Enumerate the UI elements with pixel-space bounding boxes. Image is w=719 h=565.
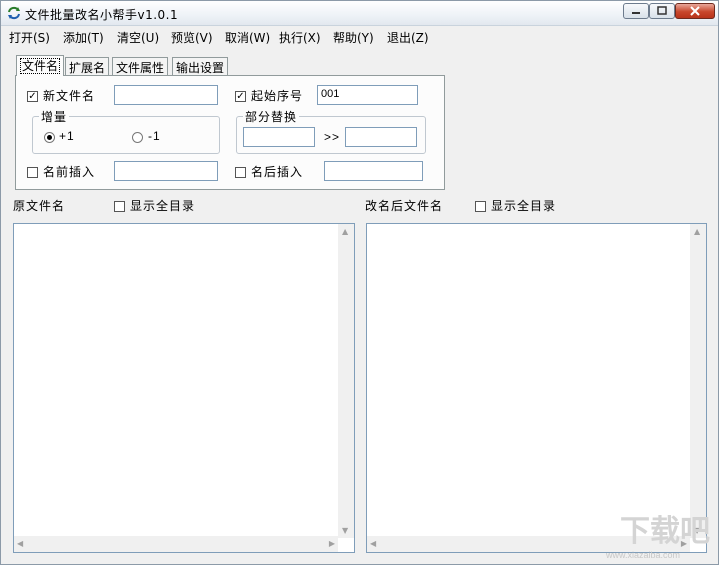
scroll-down-icon[interactable]: ▼ bbox=[342, 526, 348, 535]
window-title: 文件批量改名小帮手v1.0.1 bbox=[25, 8, 179, 22]
scroll-left-icon[interactable]: ◀ bbox=[370, 539, 376, 548]
maximize-icon bbox=[657, 6, 667, 15]
prefix-checkbox[interactable] bbox=[27, 167, 38, 178]
vertical-scrollbar[interactable]: ▲ ▼ bbox=[338, 224, 354, 538]
title-bar[interactable]: 文件批量改名小帮手v1.0.1 bbox=[1, 1, 718, 26]
refresh-arrows-icon bbox=[8, 6, 20, 20]
replace-group: 部分替换 >> bbox=[236, 108, 426, 154]
prefix-input[interactable] bbox=[114, 161, 218, 181]
new-name-input[interactable] bbox=[114, 85, 218, 105]
tab-attributes[interactable]: 文件属性 bbox=[112, 57, 169, 75]
renamed-list-title: 改名后文件名 bbox=[365, 199, 444, 213]
filename-options-panel: ✓ 新文件名 ✓ 起始序号 001 增量 +1 -1 部分替换 >> 名前插入 … bbox=[15, 75, 445, 190]
increment-minus-radio[interactable] bbox=[132, 132, 143, 143]
suffix-label: 名后插入 bbox=[251, 165, 304, 179]
scroll-up-icon[interactable]: ▲ bbox=[342, 227, 348, 236]
replace-to-input[interactable] bbox=[345, 127, 417, 147]
increment-group: 增量 +1 -1 bbox=[32, 108, 220, 154]
watermark-logo: 下载吧 bbox=[620, 514, 710, 549]
horizontal-scrollbar[interactable]: ◀ ▶ bbox=[14, 536, 338, 552]
tab-label: 文件属性 bbox=[116, 61, 165, 75]
menu-cancel[interactable]: 取消(W) bbox=[225, 29, 270, 46]
increment-plus-radio[interactable] bbox=[44, 132, 55, 143]
tab-filename[interactable]: 文件名 bbox=[16, 55, 65, 76]
scroll-right-icon[interactable]: ▶ bbox=[329, 539, 335, 548]
minimize-icon bbox=[632, 12, 640, 14]
vertical-scrollbar[interactable]: ▲ ▼ bbox=[690, 224, 706, 538]
menu-open[interactable]: 打开(S) bbox=[9, 29, 50, 46]
original-show-all-label: 显示全目录 bbox=[130, 199, 196, 213]
start-seq-label: 起始序号 bbox=[251, 89, 304, 103]
app-window: 文件批量改名小帮手v1.0.1 打开(S) 添加(T) 清空(U) 预览(V) … bbox=[0, 0, 719, 565]
original-show-all-checkbox[interactable] bbox=[114, 201, 125, 212]
scroll-left-icon[interactable]: ◀ bbox=[17, 539, 23, 548]
suffix-input[interactable] bbox=[324, 161, 423, 181]
original-list-title: 原文件名 bbox=[13, 199, 66, 213]
new-name-label: 新文件名 bbox=[43, 89, 96, 103]
original-file-list[interactable]: ▲ ▼ ◀ ▶ bbox=[13, 223, 355, 553]
renamed-file-list[interactable]: ▲ ▼ ◀ ▶ bbox=[366, 223, 707, 553]
scroll-up-icon[interactable]: ▲ bbox=[694, 227, 700, 236]
tab-label: 输出设置 bbox=[176, 61, 225, 75]
menu-execute[interactable]: 执行(X) bbox=[279, 29, 321, 46]
prefix-label: 名前插入 bbox=[43, 165, 96, 179]
menu-exit[interactable]: 退出(Z) bbox=[387, 29, 429, 46]
start-seq-checkbox[interactable]: ✓ bbox=[235, 91, 246, 102]
maximize-button[interactable] bbox=[649, 3, 675, 19]
increment-plus-label: +1 bbox=[59, 129, 75, 143]
menu-preview[interactable]: 预览(V) bbox=[171, 29, 213, 46]
suffix-checkbox[interactable] bbox=[235, 167, 246, 178]
menu-bar: 打开(S) 添加(T) 清空(U) 预览(V) 取消(W) 执行(X) 帮助(Y… bbox=[1, 26, 718, 46]
start-seq-input[interactable]: 001 bbox=[317, 85, 418, 105]
watermark-site: www.xiazaiba.com bbox=[605, 550, 680, 560]
menu-help[interactable]: 帮助(Y) bbox=[333, 29, 374, 46]
replace-title: 部分替换 bbox=[243, 108, 300, 125]
tab-label: 文件名 bbox=[20, 58, 61, 74]
renamed-show-all-label: 显示全目录 bbox=[491, 199, 557, 213]
renamed-show-all-checkbox[interactable] bbox=[475, 201, 486, 212]
minimize-button[interactable] bbox=[623, 3, 649, 19]
tab-label: 扩展名 bbox=[69, 61, 106, 75]
close-button[interactable] bbox=[675, 3, 715, 19]
tab-extension[interactable]: 扩展名 bbox=[65, 57, 110, 75]
increment-title: 增量 bbox=[39, 108, 70, 125]
increment-minus-label: -1 bbox=[148, 129, 161, 143]
menu-add[interactable]: 添加(T) bbox=[63, 29, 104, 46]
close-icon bbox=[690, 6, 700, 16]
replace-arrow-label: >> bbox=[324, 130, 341, 144]
menu-clear[interactable]: 清空(U) bbox=[117, 29, 159, 46]
replace-from-input[interactable] bbox=[243, 127, 315, 147]
tab-output[interactable]: 输出设置 bbox=[172, 57, 229, 75]
new-name-checkbox[interactable]: ✓ bbox=[27, 91, 38, 102]
